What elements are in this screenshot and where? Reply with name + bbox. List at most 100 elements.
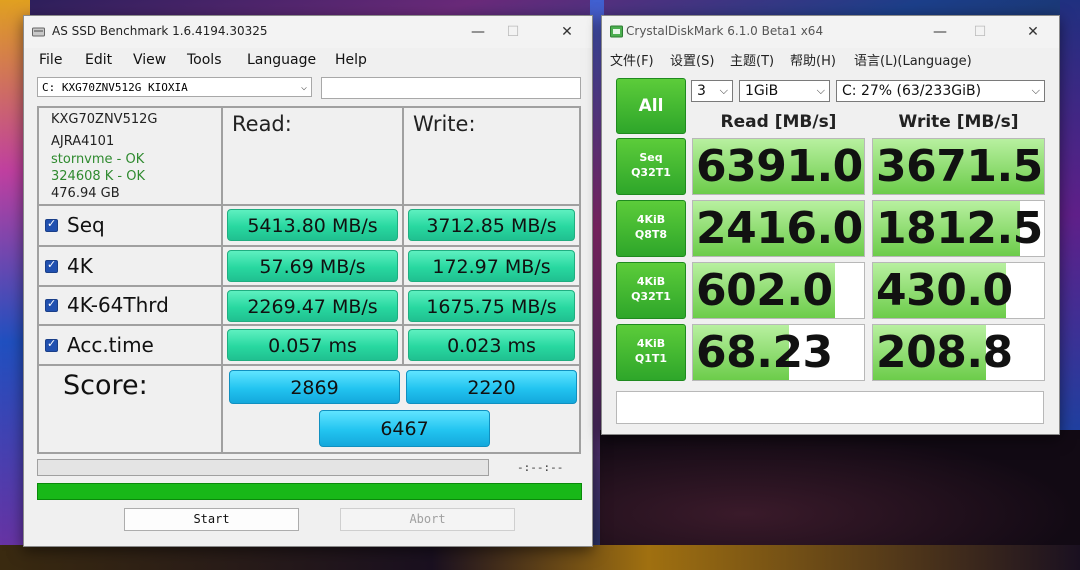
menu-help[interactable]: 帮助(H)	[790, 50, 836, 69]
score-write: 2220	[406, 370, 577, 404]
count-select[interactable]: 3 ⌵	[691, 80, 733, 102]
4k-64thrd-checkbox[interactable]	[45, 297, 58, 312]
test-seq-q32t1-button[interactable]: Seq Q32T1	[616, 138, 686, 195]
read-value: 6391.0	[696, 141, 863, 192]
row-4k-label-cell: 4K	[38, 246, 222, 286]
wallpaper-right	[1060, 0, 1080, 430]
row-label: Seq	[67, 213, 105, 237]
close-button[interactable]: ✕	[544, 16, 590, 48]
4k64-write-cell: 1675.75 MB/s	[403, 286, 580, 325]
test-4kib-q1t1-button[interactable]: 4KiB Q1T1	[616, 324, 686, 381]
test-label-line1: Seq	[639, 151, 663, 164]
seq-q32t1-write-result: 3671.5	[872, 138, 1045, 195]
chevron-down-icon: ⌵	[719, 84, 728, 97]
seq-checkbox[interactable]	[45, 217, 58, 232]
elapsed-time: -:--:--	[517, 461, 564, 474]
4k-read-cell: 57.69 MB/s	[222, 246, 403, 286]
as-ssd-window: AS SSD Benchmark 1.6.4194.30325 — ☐ ✕ Fi…	[23, 15, 593, 547]
crystaldiskmark-window: CrystalDiskMark 6.1.0 Beta1 x64 — ☐ ✕ 文件…	[601, 15, 1060, 435]
acctime-write-cell: 0.023 ms	[403, 325, 580, 365]
acctime-write-value: 0.023 ms	[408, 329, 575, 361]
write-value: 430.0	[876, 265, 1013, 316]
row-label: 4K-64Thrd	[67, 293, 169, 317]
seq-q32t1-read-result: 6391.0	[692, 138, 865, 195]
extra-input[interactable]	[321, 77, 581, 99]
acctime-read-value: 0.057 ms	[227, 329, 398, 361]
menu-view[interactable]: View	[133, 52, 166, 68]
score-cell: 2869 2220 6467	[222, 365, 580, 453]
drive-select[interactable]: C: 27% (63/233GiB) ⌵	[836, 80, 1045, 102]
score-label: Score:	[63, 370, 148, 401]
4kib-q32t1-read-result: 602.0	[692, 262, 865, 319]
overall-progress-bar	[37, 483, 582, 500]
row-4k64-label-cell: 4K-64Thrd	[38, 286, 222, 325]
read-value: 68.23	[696, 327, 833, 378]
menu-file[interactable]: File	[39, 52, 62, 68]
comment-input[interactable]	[616, 391, 1044, 424]
4kib-q8t8-read-result: 2416.0	[692, 200, 865, 257]
test-label-line2: Q8T8	[634, 228, 668, 241]
test-label-line1: 4KiB	[636, 213, 666, 226]
chevron-down-icon: ⌵	[816, 84, 825, 97]
write-value: 3671.5	[876, 141, 1043, 192]
as-ssd-titlebar[interactable]: AS SSD Benchmark 1.6.4194.30325 — ☐ ✕	[24, 16, 592, 48]
menu-theme[interactable]: 主题(T)	[730, 50, 774, 69]
drive-info-panel: KXG70ZNV512G AJRA4101 stornvme - OK 3246…	[38, 107, 222, 205]
drive-model: KXG70ZNV512G	[51, 112, 158, 127]
menu-file[interactable]: 文件(F)	[610, 50, 654, 69]
seq-write-cell: 3712.85 MB/s	[403, 205, 580, 246]
test-label-line1: 4KiB	[636, 275, 666, 288]
drive-select[interactable]: C: KXG70ZNV512G KIOXIA ⌵	[37, 77, 312, 97]
window-title: CrystalDiskMark 6.1.0 Beta1 x64	[626, 24, 824, 38]
seq-read-cell: 5413.80 MB/s	[222, 205, 403, 246]
row-seq-label-cell: Seq	[38, 205, 222, 246]
acc-time-checkbox[interactable]	[45, 337, 58, 352]
4k-write-cell: 172.97 MB/s	[403, 246, 580, 286]
write-header-cell: Write:	[403, 107, 580, 205]
results-grid: KXG70ZNV512G AJRA4101 stornvme - OK 3246…	[37, 106, 581, 454]
4k-checkbox[interactable]	[45, 258, 58, 273]
row-label: 4K	[67, 254, 93, 278]
maximize-button[interactable]: ☐	[490, 16, 536, 48]
menu-help[interactable]: Help	[335, 52, 367, 68]
test-label-line1: 4KiB	[636, 337, 666, 350]
window-title: AS SSD Benchmark 1.6.4194.30325	[52, 24, 268, 38]
write-header: Write [MB/s]	[898, 112, 1019, 132]
abort-button[interactable]: Abort	[340, 508, 515, 531]
menu-tools[interactable]: Tools	[187, 52, 222, 68]
drive-select-value: C: KXG70ZNV512G KIOXIA	[42, 81, 188, 94]
menu-edit[interactable]: Edit	[85, 52, 112, 68]
test-label-line2: Q32T1	[631, 290, 671, 303]
4kib-q1t1-read-result: 68.23	[692, 324, 865, 381]
read-value: 2416.0	[696, 203, 863, 254]
wallpaper-bottom	[0, 545, 1080, 570]
drive-driver-status: stornvme - OK	[51, 152, 145, 167]
4kib-q8t8-write-result: 1812.5	[872, 200, 1045, 257]
chevron-down-icon: ⌵	[300, 82, 307, 93]
4kib-q1t1-write-result: 208.8	[872, 324, 1045, 381]
4k-write-value: 172.97 MB/s	[408, 250, 575, 282]
read-header: Read [MB/s]	[720, 112, 837, 132]
count-value: 3	[697, 83, 706, 99]
write-value: 1812.5	[876, 203, 1043, 254]
close-button[interactable]: ✕	[1010, 16, 1056, 48]
cdm-titlebar[interactable]: CrystalDiskMark 6.1.0 Beta1 x64 — ☐ ✕	[602, 16, 1059, 48]
start-button[interactable]: Start	[124, 508, 299, 531]
read-value: 602.0	[696, 265, 833, 316]
maximize-button[interactable]: ☐	[957, 16, 1003, 48]
all-button[interactable]: All	[616, 78, 686, 134]
test-progress-bar	[37, 459, 489, 476]
test-label-line2: Q1T1	[634, 352, 668, 365]
menu-settings[interactable]: 设置(S)	[670, 50, 714, 69]
menu-language[interactable]: Language	[247, 52, 316, 68]
menu-language[interactable]: 语言(L)(Language)	[854, 50, 972, 69]
score-label-cell: Score:	[38, 365, 222, 453]
size-select[interactable]: 1GiB ⌵	[739, 80, 830, 102]
write-column-header: Write:	[413, 112, 476, 136]
row-label: Acc.time	[67, 333, 154, 357]
drive-value: C: 27% (63/233GiB)	[842, 83, 982, 99]
size-value: 1GiB	[745, 83, 779, 99]
test-4kib-q32t1-button[interactable]: 4KiB Q32T1	[616, 262, 686, 319]
drive-size: 476.94 GB	[51, 186, 120, 201]
test-4kib-q8t8-button[interactable]: 4KiB Q8T8	[616, 200, 686, 257]
